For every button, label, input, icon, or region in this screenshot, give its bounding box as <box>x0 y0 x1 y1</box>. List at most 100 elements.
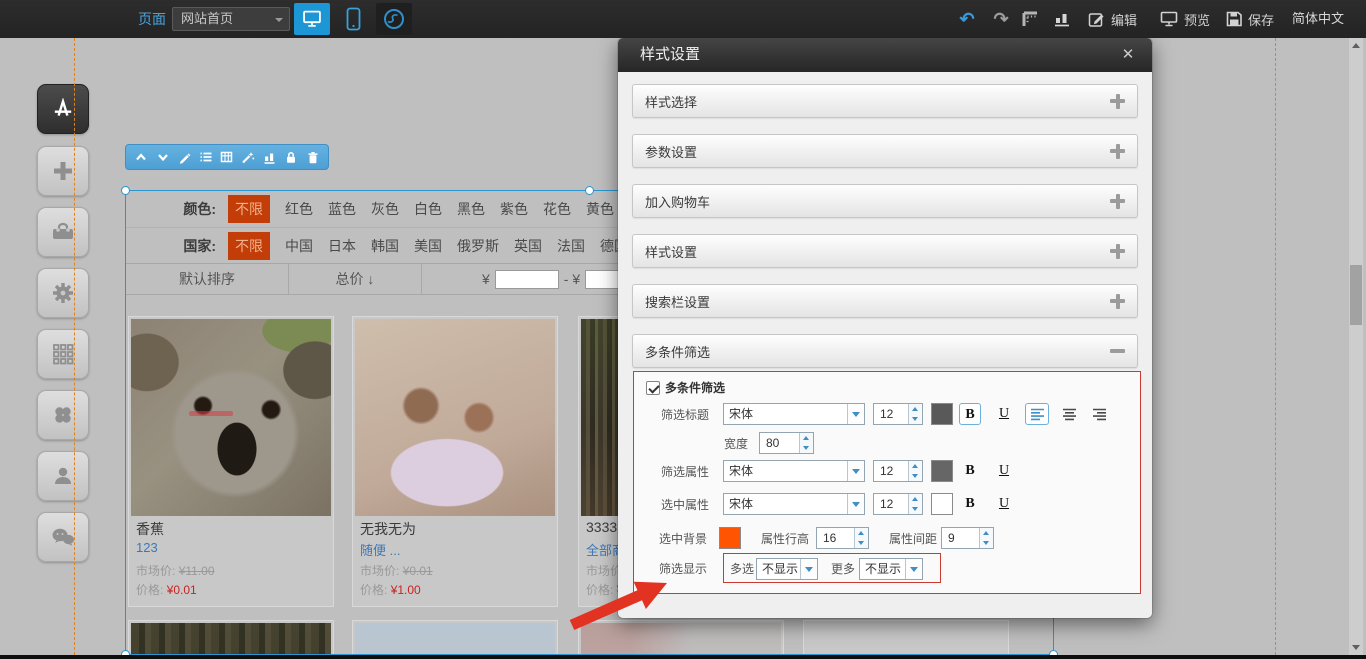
save-button[interactable]: 保存 <box>1226 0 1274 38</box>
filter-option[interactable]: 花色 <box>543 199 571 219</box>
sidebar-item-settings[interactable] <box>37 268 89 318</box>
edit-pencil-icon[interactable] <box>176 148 192 166</box>
move-down-icon[interactable] <box>154 148 170 166</box>
filter-title-color-swatch[interactable] <box>931 403 953 425</box>
resize-handle-top-center[interactable] <box>585 186 594 195</box>
ruler-button[interactable] <box>1016 0 1044 38</box>
section-bar-1[interactable]: 参数设置 <box>632 134 1138 168</box>
product-card[interactable]: 无我无为 随便 ... 市场价: ¥0.01 价格: ¥1.00 <box>352 316 558 607</box>
spinner-arrows-icon[interactable] <box>908 461 922 481</box>
align-right-button[interactable] <box>1087 403 1111 425</box>
section-bar-0[interactable]: 样式选择 <box>632 84 1138 118</box>
desktop-view-button[interactable] <box>294 3 330 35</box>
filter-option[interactable]: 法国 <box>557 236 585 256</box>
filter-attr-size-spinner[interactable]: 12 <box>873 460 923 482</box>
product-card[interactable] <box>578 620 784 659</box>
filter-option[interactable]: 英国 <box>514 236 542 256</box>
lock-icon[interactable] <box>283 148 299 166</box>
product-link[interactable]: 123 <box>136 540 158 555</box>
sidebar-item-wechat[interactable] <box>37 512 89 562</box>
width-spinner[interactable]: 80 <box>759 432 814 454</box>
filter-option[interactable]: 黑色 <box>457 199 485 219</box>
product-card[interactable] <box>803 620 1009 659</box>
preview-button[interactable]: 预览 <box>1160 0 1210 38</box>
bold-button[interactable]: B <box>959 403 981 425</box>
filter-option[interactable]: 美国 <box>414 236 442 256</box>
filter-option[interactable]: 红色 <box>285 199 313 219</box>
filter-title-font-select[interactable]: 宋体 <box>723 403 865 425</box>
sidebar-item-toolbox[interactable] <box>37 207 89 257</box>
move-up-icon[interactable] <box>133 148 149 166</box>
vertical-scrollbar[interactable] <box>1349 38 1363 655</box>
trash-icon[interactable] <box>305 148 321 166</box>
table-icon[interactable] <box>219 148 235 166</box>
section-bar-3[interactable]: 样式设置 <box>632 234 1138 268</box>
product-card[interactable] <box>128 620 334 659</box>
magic-wand-icon[interactable] <box>240 148 256 166</box>
filter-option[interactable]: 蓝色 <box>328 199 356 219</box>
filter-option[interactable]: 白色 <box>414 199 442 219</box>
language-switcher[interactable]: 简体中文 <box>1292 0 1344 38</box>
multi-filter-checkbox[interactable] <box>646 381 660 395</box>
spinner-arrows-icon[interactable] <box>799 433 813 453</box>
product-card[interactable] <box>352 620 558 659</box>
line-height-spinner[interactable]: 16 <box>816 527 869 549</box>
close-icon[interactable]: ✕ <box>1118 45 1138 65</box>
filter-option[interactable]: 中国 <box>285 236 313 256</box>
align-left-button[interactable] <box>1025 403 1049 425</box>
filter-option[interactable]: 灰色 <box>371 199 399 219</box>
page-dropdown[interactable]: 网站首页 <box>172 7 290 31</box>
spinner-arrows-icon[interactable] <box>908 404 922 424</box>
redo-button[interactable]: ↷ <box>986 0 1016 38</box>
filter-option[interactable]: 俄罗斯 <box>457 236 499 256</box>
spinner-arrows-icon[interactable] <box>908 494 922 514</box>
underline-button[interactable]: U <box>993 403 1015 425</box>
sidebar-item-components[interactable] <box>37 390 89 440</box>
filter-option[interactable]: 日本 <box>328 236 356 256</box>
selected-attr-size-spinner[interactable]: 12 <box>873 493 923 515</box>
filter-option[interactable]: 韩国 <box>371 236 399 256</box>
sidebar-item-app-store[interactable] <box>37 84 89 134</box>
bold-button[interactable]: B <box>959 493 981 515</box>
filter-option-selected[interactable]: 不限 <box>228 195 270 223</box>
product-link[interactable]: 随便 ... <box>360 540 400 559</box>
guide-line-right[interactable] <box>1275 38 1276 655</box>
resize-handle-top-left[interactable] <box>121 186 130 195</box>
scrollbar-thumb[interactable] <box>1350 265 1362 325</box>
filter-title-size-spinner[interactable]: 12 <box>873 403 923 425</box>
underline-button[interactable]: U <box>993 493 1015 515</box>
link-button[interactable] <box>376 3 412 35</box>
mobile-view-button[interactable] <box>338 3 368 35</box>
panel-header[interactable]: 样式设置 ✕ <box>618 38 1152 72</box>
multi-select-dropdown[interactable]: 不显示 <box>756 558 818 580</box>
selected-attr-color-swatch[interactable] <box>931 493 953 515</box>
align-center-button[interactable] <box>1057 403 1081 425</box>
filter-attr-font-select[interactable]: 宋体 <box>723 460 865 482</box>
spacing-spinner[interactable]: 9 <box>941 527 994 549</box>
spinner-arrows-icon[interactable] <box>979 528 993 548</box>
sidebar-item-grid[interactable] <box>37 329 89 379</box>
sidebar-item-user[interactable] <box>37 451 89 501</box>
underline-button[interactable]: U <box>993 460 1015 482</box>
section-bar-5[interactable]: 多条件筛选 <box>632 334 1138 368</box>
section-bar-2[interactable]: 加入购物车 <box>632 184 1138 218</box>
selected-attr-font-select[interactable]: 宋体 <box>723 493 865 515</box>
filter-option[interactable]: 紫色 <box>500 199 528 219</box>
sidebar-item-add[interactable] <box>37 146 89 196</box>
spinner-arrows-icon[interactable] <box>854 528 868 548</box>
bold-button[interactable]: B <box>959 460 981 482</box>
list-icon[interactable] <box>197 148 213 166</box>
scroll-up-icon[interactable] <box>1349 38 1363 53</box>
more-dropdown[interactable]: 不显示 <box>859 558 923 580</box>
sort-default[interactable]: 默认排序 <box>126 264 288 294</box>
edit-button[interactable]: 编辑 <box>1088 0 1137 38</box>
selected-bg-color-swatch[interactable] <box>719 527 741 549</box>
filter-option[interactable]: 黄色 <box>586 199 614 219</box>
sort-price[interactable]: 总价 ↓ <box>288 264 421 294</box>
undo-button[interactable]: ↶ <box>952 0 982 38</box>
scroll-down-icon[interactable] <box>1349 640 1363 655</box>
section-bar-4[interactable]: 搜索栏设置 <box>632 284 1138 318</box>
price-min-input[interactable] <box>495 270 559 289</box>
filter-attr-color-swatch[interactable] <box>931 460 953 482</box>
filter-option-selected[interactable]: 不限 <box>228 232 270 260</box>
